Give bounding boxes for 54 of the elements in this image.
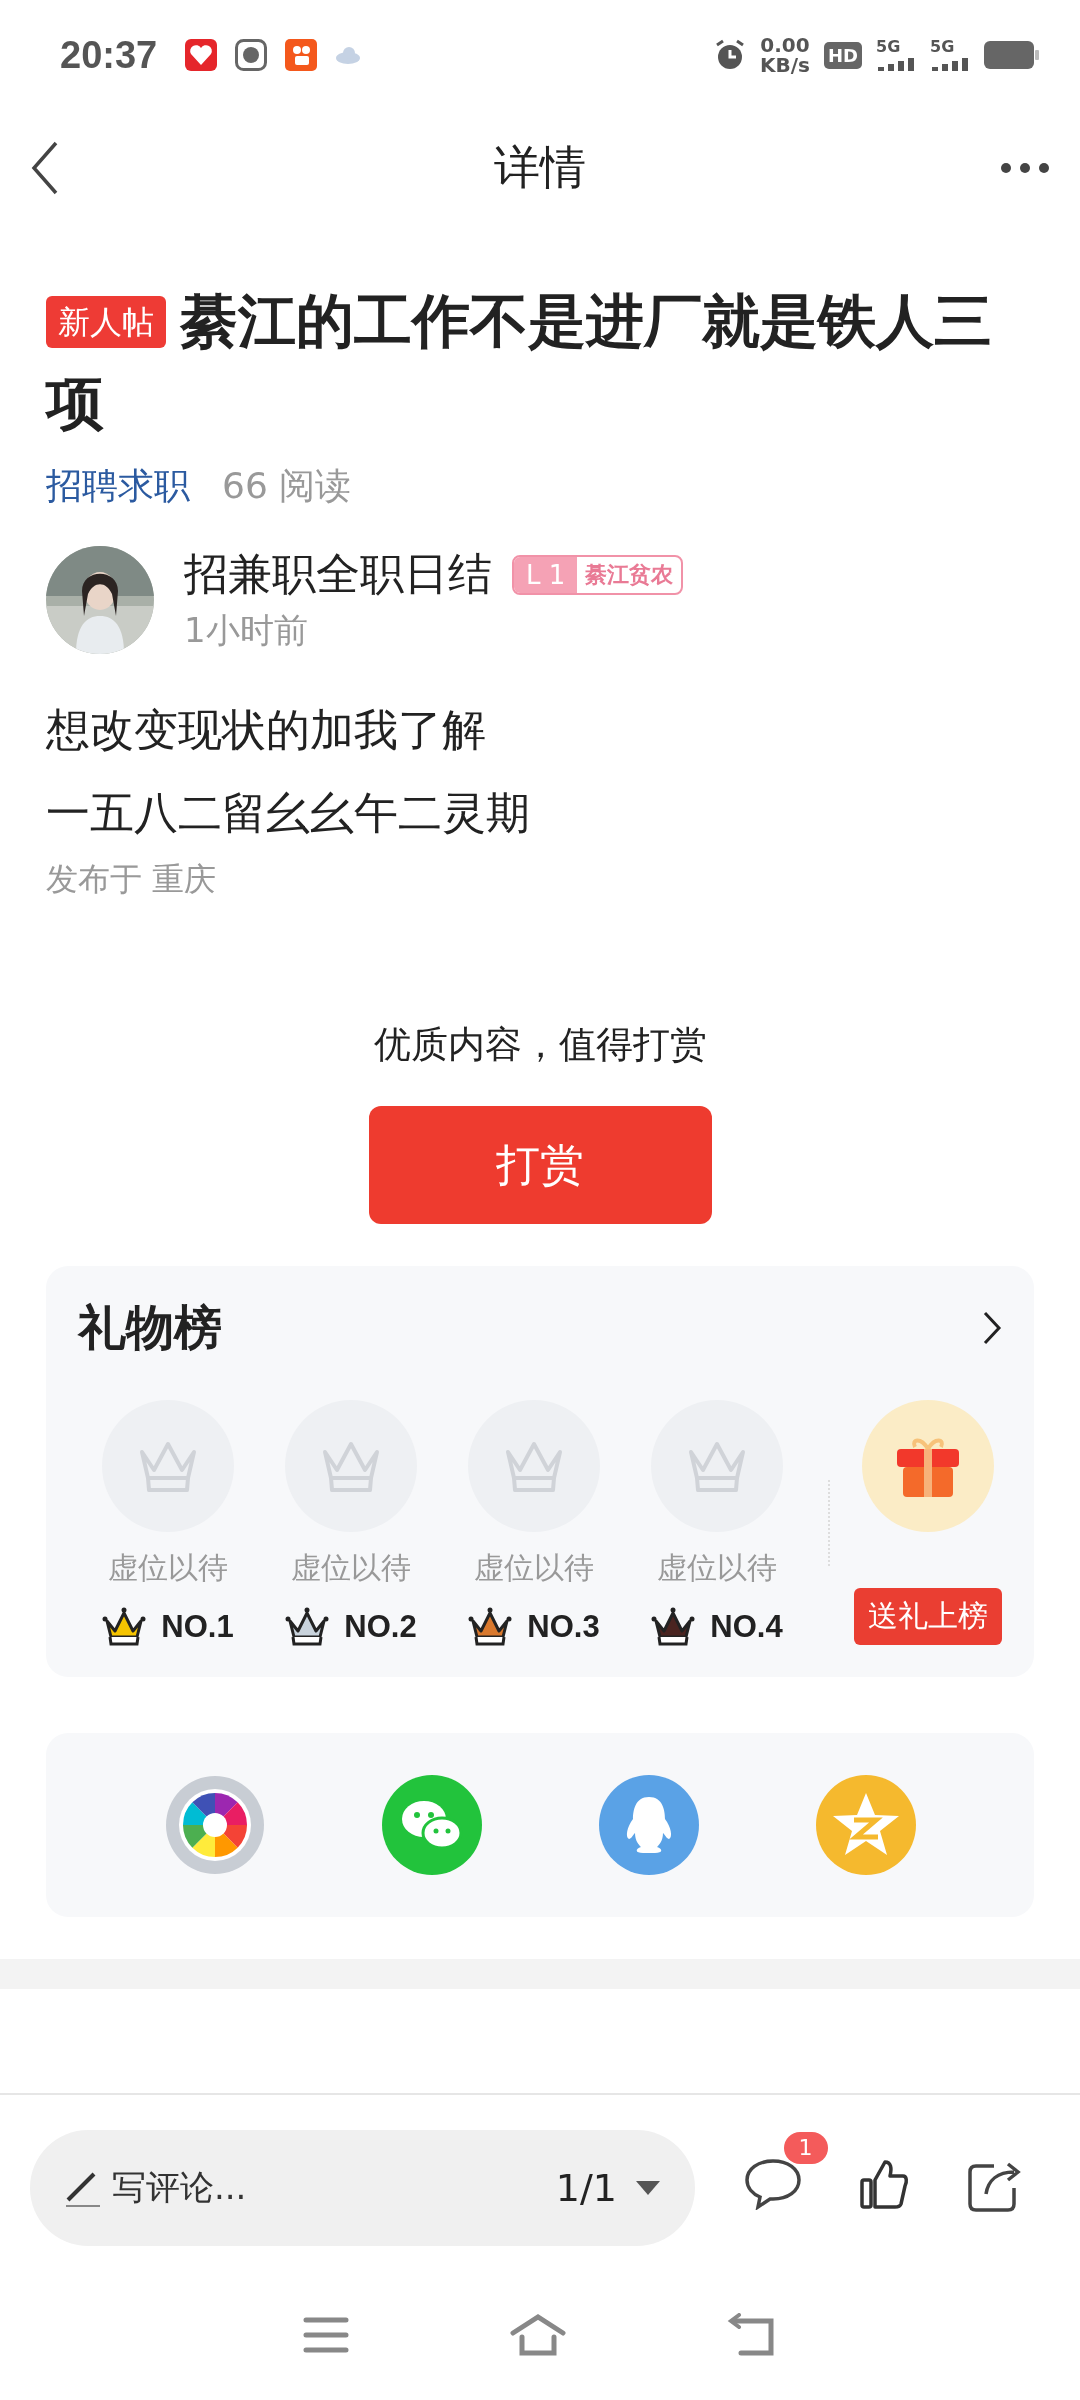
crown-icon bbox=[284, 1607, 331, 1647]
reward-prompt: 优质内容，值得打赏 bbox=[373, 1023, 707, 1066]
send-gift-button[interactable]: 送礼上榜 bbox=[854, 1588, 1002, 1645]
gift-board-title: 礼物榜 bbox=[78, 1298, 222, 1357]
post-time: 1小时前 bbox=[184, 609, 309, 652]
comment-icon[interactable] bbox=[743, 2157, 802, 2210]
crown-icon bbox=[650, 1607, 697, 1647]
author-name[interactable]: 招兼职全职日结 bbox=[184, 545, 492, 604]
back-icon[interactable] bbox=[30, 139, 60, 196]
post-text: 一五八二留幺幺午二灵期 bbox=[46, 786, 531, 840]
rank-label: NO.4 bbox=[710, 1609, 783, 1645]
network-type: 5G bbox=[876, 39, 902, 55]
crown-icon bbox=[101, 1607, 148, 1647]
category-link[interactable]: 招聘求职 bbox=[46, 462, 190, 511]
more-icon[interactable] bbox=[1000, 161, 1050, 174]
speed-unit: KB/s bbox=[760, 55, 810, 75]
menu-icon[interactable] bbox=[303, 2316, 349, 2354]
slot-label: 虚位以待 bbox=[107, 1549, 228, 1587]
reward-button[interactable]: 打赏 bbox=[368, 1106, 712, 1224]
post-location: 发布于 重庆 bbox=[46, 859, 218, 900]
signal-icon bbox=[876, 55, 916, 71]
comment-count-badge: 1 bbox=[783, 2131, 828, 2164]
battery-icon bbox=[984, 41, 1040, 69]
cloud-icon bbox=[335, 46, 362, 64]
penguin-icon[interactable] bbox=[598, 1775, 699, 1875]
aperture-icon[interactable] bbox=[164, 1775, 265, 1875]
crown-icon bbox=[467, 1607, 514, 1647]
video-app-icon bbox=[285, 39, 318, 71]
home-icon[interactable] bbox=[509, 2313, 567, 2357]
comment-field[interactable]: 写评论... 1/1 bbox=[30, 2129, 695, 2246]
rank-label: NO.1 bbox=[161, 1609, 234, 1645]
rank-label: NO.3 bbox=[527, 1609, 600, 1645]
back-nav-icon[interactable] bbox=[727, 2313, 777, 2357]
hd-voice-label: HD bbox=[824, 41, 862, 69]
rank-label: NO.2 bbox=[344, 1609, 417, 1645]
post-text: 想改变现状的加我了解 bbox=[46, 703, 487, 757]
chat-bubbles-icon[interactable] bbox=[381, 1775, 482, 1875]
page-indicator[interactable]: 1/1 bbox=[555, 2165, 617, 2210]
slot-label: 虚位以待 bbox=[290, 1549, 411, 1587]
read-count: 66 阅读 bbox=[222, 464, 352, 508]
page-title: 详情 bbox=[494, 139, 586, 194]
chevron-right-icon[interactable] bbox=[982, 1310, 1002, 1346]
clock-time: 20:37 bbox=[60, 33, 158, 77]
post-title: 新人帖 綦江的工作不是进厂就是铁人三项 bbox=[46, 286, 993, 439]
slot-label: 虚位以待 bbox=[473, 1549, 594, 1587]
new-post-tag: 新人帖 bbox=[46, 296, 166, 348]
slot-label: 虚位以待 bbox=[656, 1549, 777, 1587]
network-speed: 0.00 bbox=[760, 35, 810, 55]
dropdown-icon[interactable] bbox=[635, 2179, 661, 2196]
heart-app-icon bbox=[185, 39, 218, 71]
signal-icon bbox=[930, 55, 970, 71]
network-type: 5G bbox=[930, 39, 956, 55]
thumbs-up-icon[interactable] bbox=[858, 2157, 909, 2210]
level-badge: L 1 綦江贫农 bbox=[512, 554, 684, 595]
